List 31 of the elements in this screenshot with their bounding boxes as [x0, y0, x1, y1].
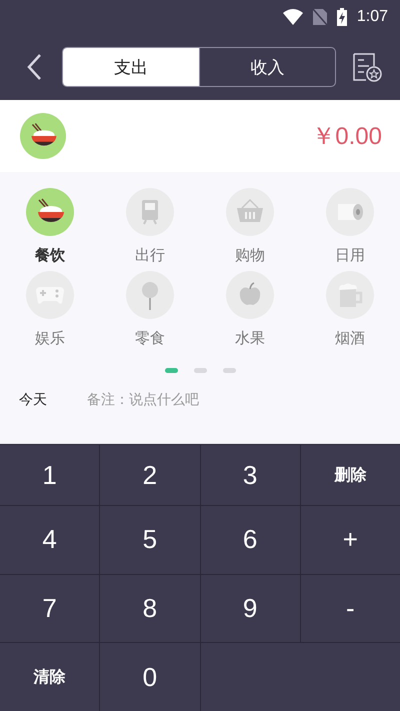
category-item[interactable]: 日用: [300, 188, 400, 265]
keypad-key[interactable]: 2: [100, 445, 200, 505]
keypad-key[interactable]: 删除: [300, 445, 400, 505]
date-label[interactable]: 今天: [19, 391, 87, 409]
category-item[interactable]: 餐饮: [0, 188, 100, 265]
category-item[interactable]: 零食: [100, 271, 200, 348]
paper-roll-icon: [326, 188, 374, 236]
tab[interactable]: 支出: [63, 48, 198, 86]
apple-icon: [226, 271, 274, 319]
no-sim-icon: [312, 9, 327, 25]
note-field[interactable]: 备注：说点什么吧: [87, 392, 367, 408]
document-star-icon[interactable]: [352, 52, 382, 82]
keypad-key[interactable]: 3: [200, 445, 300, 505]
category-item[interactable]: 烟酒: [300, 271, 400, 348]
category-item[interactable]: 娱乐: [0, 271, 100, 348]
gamepad-icon: [26, 271, 74, 319]
amount-value: ￥0.00: [311, 122, 382, 152]
category-item[interactable]: 购物: [200, 188, 300, 265]
basket-icon: [226, 188, 274, 236]
bowl-icon: [26, 188, 74, 236]
back-icon[interactable]: [26, 53, 42, 81]
battery-charging-icon: [336, 8, 347, 26]
lollipop-icon: [126, 271, 174, 319]
category-item[interactable]: 出行: [100, 188, 200, 265]
tram-icon: [126, 188, 174, 236]
category-item[interactable]: 水果: [200, 271, 300, 348]
wifi-icon: [282, 9, 303, 25]
beer-mug-icon: [326, 271, 374, 319]
status-time: 1:07: [356, 8, 388, 26]
keypad-key[interactable]: 1: [0, 445, 100, 505]
tab[interactable]: 收入: [198, 48, 335, 86]
